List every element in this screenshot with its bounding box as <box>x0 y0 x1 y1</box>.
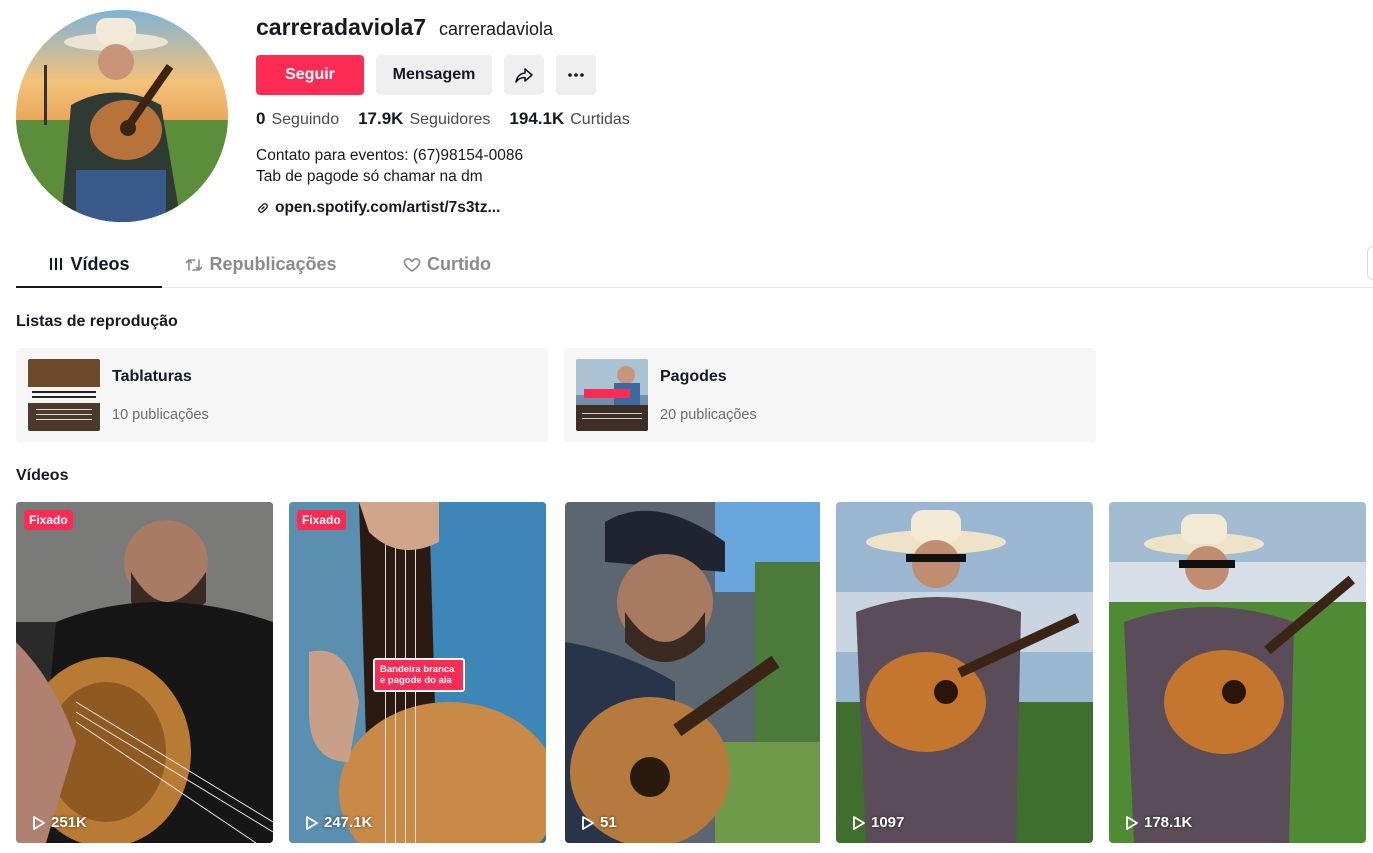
play-icon <box>33 815 45 830</box>
stat-followers[interactable]: 17.9K Seguidores <box>358 109 490 129</box>
tab-label: Vídeos <box>70 253 130 274</box>
playlist-count: 20 publicações <box>660 407 757 423</box>
view-count-value: 1097 <box>871 814 905 831</box>
view-count-value: 251K <box>51 814 87 831</box>
share-icon <box>515 68 533 83</box>
videos-heading: Vídeos <box>16 467 69 484</box>
tab-videos[interactable]: Vídeos <box>16 242 162 288</box>
stat-value: 17.9K <box>358 109 404 128</box>
profile-tabs: Vídeos Republicações Curtido <box>16 242 1373 288</box>
video-caption-overlay: Bandeira branca e pagode do ala <box>373 658 465 692</box>
profile-avatar[interactable] <box>16 10 228 222</box>
follow-button[interactable]: Seguir <box>256 55 364 95</box>
stat-label: Curtidas <box>570 111 630 128</box>
playlist-thumbnail <box>28 359 100 431</box>
profile-username: carreradaviola7 <box>256 14 427 40</box>
playlists-heading: Listas de reprodução <box>16 313 178 330</box>
profile-link-text: open.spotify.com/artist/7s3tz... <box>275 199 501 216</box>
more-options-button[interactable] <box>556 55 596 95</box>
playlist-card[interactable]: Pagodes 20 publicações <box>564 348 1096 442</box>
view-count: 178.1K <box>1125 814 1192 831</box>
play-icon <box>582 815 594 830</box>
profile-bio: Contato para eventos: (67)98154-0086 Tab… <box>256 145 523 187</box>
video-card[interactable]: 1097 <box>836 502 1093 843</box>
stat-following[interactable]: 0 Seguindo <box>256 109 339 129</box>
view-count-value: 247.1K <box>324 814 373 831</box>
view-count: 251K <box>32 814 87 831</box>
play-icon <box>306 815 318 830</box>
stat-value: 194.1K <box>509 109 565 128</box>
tab-liked[interactable]: Curtido <box>392 242 502 287</box>
tab-label: Curtido <box>427 254 491 274</box>
tab-reposts[interactable]: Republicações <box>176 242 346 287</box>
bio-line: Contato para eventos: (67)98154-0086 <box>256 147 524 164</box>
profile-nickname: carreradaviola <box>439 19 554 39</box>
repost-icon <box>186 258 203 271</box>
bio-line: Tab de pagode só chamar na dm <box>256 168 483 185</box>
link-icon <box>258 203 268 213</box>
stat-label: Seguidores <box>409 111 491 128</box>
play-icon <box>853 815 865 830</box>
heart-outline-icon <box>403 257 421 272</box>
video-card[interactable]: Fixado 251K <box>16 502 273 843</box>
pinned-badge: Fixado <box>24 510 73 530</box>
stat-value: 0 <box>256 109 266 128</box>
playlist-thumbnail <box>576 359 648 431</box>
playlist-name: Tablaturas <box>112 368 192 385</box>
view-count: 247.1K <box>305 814 372 831</box>
grid-bars-icon <box>50 258 63 270</box>
video-card[interactable]: 178.1K <box>1109 502 1366 843</box>
view-count: 51 <box>581 814 617 831</box>
message-button[interactable]: Mensagem <box>376 55 492 95</box>
profile-stats: 0 Seguindo 17.9K Seguidores 194.1K Curtidas <box>256 109 630 129</box>
playlist-card[interactable]: Tablaturas 10 publicações <box>16 348 548 442</box>
play-icon <box>1126 815 1138 830</box>
playlist-count: 10 publicações <box>112 407 209 423</box>
ellipsis-icon <box>568 73 584 77</box>
pinned-badge: Fixado <box>297 510 346 530</box>
video-card[interactable]: 51 <box>565 502 822 843</box>
video-card[interactable]: Fixado Bandeira branca e pagode do ala 2… <box>289 502 546 843</box>
stat-likes: 194.1K Curtidas <box>509 109 629 129</box>
view-count-value: 178.1K <box>1144 814 1193 831</box>
share-button[interactable] <box>504 55 544 95</box>
view-count: 1097 <box>852 814 904 831</box>
view-count-value: 51 <box>600 814 617 831</box>
playlist-name: Pagodes <box>660 368 727 385</box>
profile-link[interactable]: open.spotify.com/artist/7s3tz... <box>256 199 500 217</box>
stat-label: Seguindo <box>271 111 340 128</box>
side-panel-toggle[interactable] <box>1367 246 1373 280</box>
tab-label: Republicações <box>209 254 337 274</box>
